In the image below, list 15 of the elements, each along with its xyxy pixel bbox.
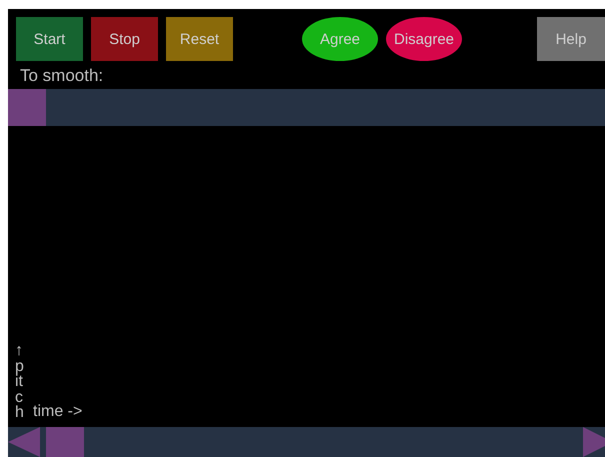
left-arrow-icon[interactable] [8,427,40,457]
y-axis-label: ↑pitch [15,343,25,421]
slider-thumb[interactable] [8,89,46,126]
button[interactable]: Help [537,17,605,61]
x-axis-label: time -> [33,403,82,421]
scroll-bar[interactable] [8,427,605,457]
slider-label: To smooth: [19,65,104,87]
button[interactable]: Stop [91,17,158,61]
button[interactable]: Start [16,17,83,61]
oval-button[interactable]: Disagree [386,17,462,61]
right-arrow-icon[interactable] [583,427,605,457]
button[interactable]: Reset [166,17,233,61]
oval-button[interactable]: Agree [302,17,378,61]
scroll-thumb[interactable] [46,427,84,457]
smoothing-slider[interactable] [8,89,605,126]
